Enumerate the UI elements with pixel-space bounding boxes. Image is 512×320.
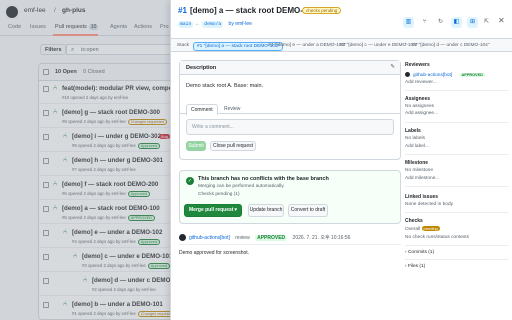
assignees-heading: Assignees: [405, 96, 431, 102]
reviewers-heading: Reviewers: [405, 62, 430, 68]
chevron-right-icon: ›: [261, 42, 263, 47]
convert-draft-button[interactable]: Convert to draft: [288, 204, 328, 217]
stack-item[interactable]: #2 "[demo] d — under c DEMO-104": [409, 42, 493, 49]
edit-description-icon[interactable]: ✎: [390, 64, 395, 70]
add-milestone-link[interactable]: Add milestone...: [405, 176, 439, 181]
labels-value: No labels: [405, 136, 425, 141]
review-time: 2026. 7. 21. 오후 10:16:56: [292, 235, 351, 241]
review-user[interactable]: github-actions[bot]: [189, 235, 230, 241]
add-assignee-link[interactable]: Add assignee...: [405, 111, 438, 116]
stack-label: Stack: [177, 43, 189, 48]
checks-pending-text: Checks pending (1): [198, 192, 240, 197]
checks-heading: Checks: [405, 218, 423, 224]
review-body: Demo approved for screenshot.: [179, 250, 250, 256]
labels-heading: Labels: [405, 128, 421, 134]
split-view-icon[interactable]: ▥: [403, 17, 414, 28]
pr-number: #1: [178, 6, 187, 15]
merge-subtitle: Merging can be performed automatically.: [198, 184, 285, 189]
review-action: review: [235, 235, 250, 241]
reviewer-entry: github-actions[bot] APPROVED: [405, 72, 485, 78]
close-icon[interactable]: ✕: [498, 16, 505, 25]
pr-author[interactable]: by emf-lee: [229, 21, 252, 27]
review-entry: github-actions[bot] review APPROVED 2026…: [179, 234, 351, 242]
description-header: Description ✎: [180, 61, 400, 75]
stack-bar: Stack #1 "[demo] a — stack root DEMO-100…: [171, 38, 512, 52]
divider: [405, 259, 509, 260]
linked-issues-value: None detected in body: [405, 202, 454, 207]
chevron-down-icon[interactable]: ▾: [234, 205, 237, 216]
refresh-icon[interactable]: ↻: [435, 17, 446, 28]
checks-status-badge: checks pending: [302, 7, 342, 14]
pr-detail-panel: #1 [demo] a — stack root DEMO-100 ✎ chec…: [170, 0, 512, 320]
external-link-icon[interactable]: ⇱: [481, 17, 492, 28]
merge-button[interactable]: Merge pull request ▾: [184, 204, 242, 217]
comment-placeholder: Write a comment...: [192, 124, 234, 130]
chevron-right-icon: ›: [405, 42, 407, 47]
stack-item[interactable]: #3 "[demo] c — under e DEMO-103": [337, 42, 421, 49]
base-branch[interactable]: main: [178, 21, 194, 28]
milestone-value: No milestone: [405, 168, 433, 173]
close-pr-button[interactable]: Close pull request: [210, 141, 256, 151]
commits-label: Commits (1): [407, 250, 435, 255]
panel-backdrop[interactable]: [0, 0, 170, 320]
checks-state-badge: pending: [421, 226, 440, 231]
merge-title: This branch has no conflicts with the ba…: [198, 176, 329, 182]
pr-title: [demo] a — stack root DEMO-100: [190, 6, 317, 15]
pin-icon[interactable]: ⊞: [467, 17, 478, 28]
divider: [405, 186, 509, 187]
files-label: Files (1): [407, 264, 426, 269]
update-branch-button[interactable]: Update branch: [248, 204, 284, 217]
tab-review[interactable]: Review: [220, 104, 244, 114]
submit-button[interactable]: Submit: [186, 141, 206, 151]
divider: [405, 154, 509, 155]
add-reviewer-link[interactable]: Add reviewer...: [405, 80, 437, 85]
review-state-badge: APPROVED: [255, 235, 288, 241]
reviewer-state-badge: APPROVED: [459, 72, 485, 77]
description-card: Description ✎ Demo stack root A. Base: ma…: [179, 60, 401, 160]
merge-label: Merge pull request: [189, 207, 234, 213]
linked-issues-heading: Linked issues: [405, 194, 439, 200]
description-title: Description: [186, 65, 217, 71]
commits-toggle[interactable]: › Commits (1): [405, 250, 434, 255]
merge-box: ✓ This branch has no conflicts with the …: [179, 170, 401, 224]
checks-overall-label: Overall: [405, 227, 421, 232]
divider: [405, 122, 509, 123]
assignees-value: No assignees: [405, 104, 435, 109]
description-body: Demo stack root A. Base: main.: [186, 83, 264, 89]
divider: [405, 212, 509, 213]
arrow-left-icon: ←: [195, 21, 201, 27]
edit-title-icon[interactable]: ✎: [291, 6, 297, 14]
head-branch[interactable]: demo/a: [202, 21, 224, 28]
add-label-link[interactable]: Add label...: [405, 144, 429, 149]
comment-textarea[interactable]: Write a comment...: [186, 119, 394, 135]
tab-comment[interactable]: Comment: [186, 104, 218, 115]
files-toggle[interactable]: › Files (1): [405, 264, 425, 269]
milestone-heading: Milestone: [405, 160, 429, 166]
reviewer-name[interactable]: github-actions[bot]: [413, 73, 452, 78]
panel-header: #1 [demo] a — stack root DEMO-100 ✎ chec…: [171, 0, 512, 36]
check-circle-icon: ✓: [186, 177, 194, 185]
avatar: [405, 72, 410, 77]
checks-overall: Overall pending: [405, 226, 440, 232]
branch-info: main ← demo/a by emf-lee: [178, 21, 252, 28]
chevron-right-icon: ›: [333, 42, 335, 47]
branch-icon[interactable]: ⑂: [419, 17, 430, 28]
bookmark-icon[interactable]: ◧: [451, 17, 462, 28]
divider: [405, 90, 509, 91]
avatar: [179, 234, 186, 242]
checks-value: No check runs/status contexts: [405, 235, 469, 240]
divider: [179, 244, 401, 245]
divider: [405, 245, 509, 246]
